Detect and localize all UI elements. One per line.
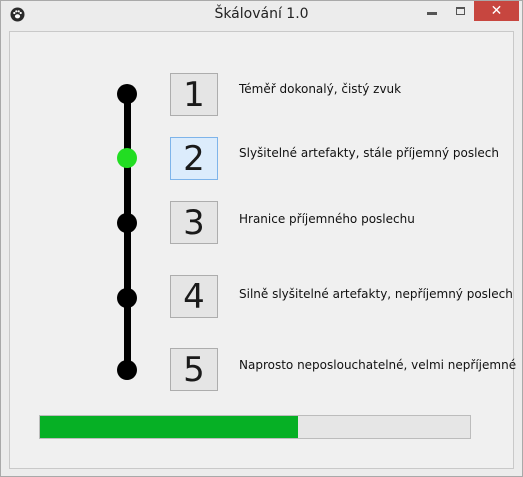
client-area [9,31,514,469]
level-2-button[interactable]: 2 [170,137,218,180]
scale-dot-2 [117,148,137,168]
level-3-label: Hranice příjemného poslechu [239,212,415,226]
minimize-icon [427,11,437,15]
level-3-button[interactable]: 3 [170,201,218,244]
level-1-button[interactable]: 1 [170,73,218,116]
maximize-button[interactable] [447,1,473,21]
close-icon: ✕ [490,3,503,19]
level-4-label: Silně slyšitelné artefakty, nepříjemný p… [239,287,513,301]
progress-bar [39,415,471,439]
maximize-icon [455,7,465,15]
level-5-label: Naprosto neposlouchatelné, velmi nepříje… [239,358,517,372]
scale-dot-5 [117,360,137,380]
app-window: Škálování 1.0 ✕ 1 2 3 4 5 Téměř dokonalý… [0,0,523,477]
scale-dot-4 [117,288,137,308]
level-1-label: Téměř dokonalý, čistý zvuk [239,82,402,96]
level-5-button[interactable]: 5 [170,348,218,391]
scale-dot-1 [117,84,137,104]
title-bar[interactable]: Škálování 1.0 ✕ [1,1,522,30]
progress-fill [40,416,298,438]
scale-dot-3 [117,213,137,233]
level-2-label: Slyšitelné artefakty, stále příjemný pos… [239,146,499,160]
close-button[interactable]: ✕ [474,1,519,21]
minimize-button[interactable] [417,1,447,21]
level-4-button[interactable]: 4 [170,275,218,318]
